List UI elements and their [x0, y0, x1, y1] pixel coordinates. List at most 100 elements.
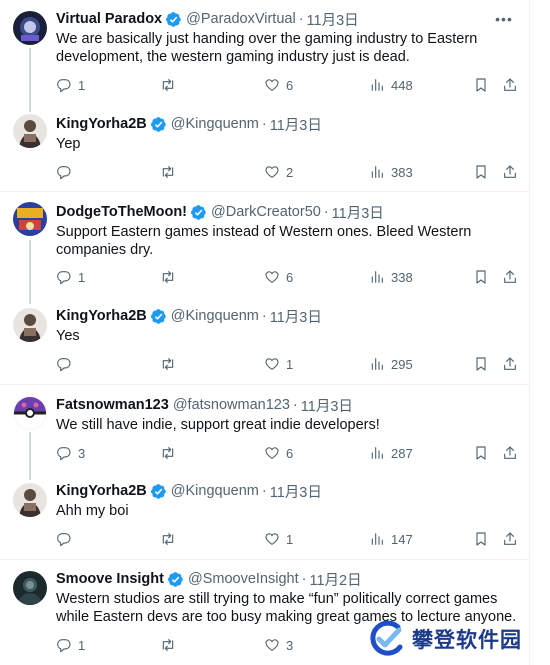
reply-button[interactable]: 1: [56, 267, 98, 287]
display-name[interactable]: Virtual Paradox: [56, 11, 162, 27]
retweet-button[interactable]: [160, 443, 202, 463]
display-name[interactable]: KingYorha2B: [56, 116, 147, 132]
tweet[interactable]: Virtual Paradox @ParadoxVirtual · 11月3日 …: [0, 0, 530, 110]
share-icon: [504, 270, 516, 283]
reply-count: 3: [78, 445, 86, 461]
bookmark-button[interactable]: [473, 267, 489, 287]
display-name[interactable]: KingYorha2B: [56, 308, 147, 324]
tweet[interactable]: DodgeToTheMoon! @DarkCreator50 · 11月3日 S…: [0, 192, 530, 296]
reply-feed: Virtual Paradox @ParadoxVirtual · 11月3日 …: [0, 0, 530, 665]
reply-icon: [57, 166, 71, 180]
timestamp[interactable]: 11月3日: [270, 306, 322, 327]
avatar[interactable]: [13, 114, 47, 148]
share-button[interactable]: [502, 75, 518, 95]
reply-button[interactable]: 1: [56, 635, 98, 655]
retweet-icon: [162, 358, 174, 370]
verified-badge-icon: [166, 11, 181, 27]
bookmark-button[interactable]: [473, 75, 489, 95]
tweet[interactable]: KingYorha2B @Kingquenm · 11月3日 Ahh my bo…: [0, 473, 530, 559]
tweet[interactable]: Fatsnowman123 @fatsnowman123 · 11月3日 We …: [0, 385, 530, 473]
tweet[interactable]: KingYorha2B @Kingquenm · 11月3日 Yep 2 383: [0, 110, 530, 191]
like-count: 1: [286, 356, 294, 372]
share-button[interactable]: [502, 267, 518, 287]
tweet-actions: 1 295: [56, 354, 520, 374]
handle[interactable]: @Kingquenm: [171, 483, 259, 499]
reply-button[interactable]: [56, 529, 98, 549]
retweet-icon: [162, 639, 174, 651]
verified-badge-icon: [150, 308, 166, 324]
bookmark-button[interactable]: [473, 529, 489, 549]
share-button[interactable]: [502, 162, 518, 182]
tweet-actions: 1 6 338: [56, 267, 520, 287]
handle[interactable]: @Kingquenm: [171, 308, 259, 324]
like-button[interactable]: 3: [264, 635, 306, 655]
share-button[interactable]: [502, 354, 518, 374]
retweet-button[interactable]: [160, 162, 202, 182]
like-button[interactable]: 2: [264, 162, 306, 182]
handle[interactable]: @Kingquenm: [171, 116, 259, 132]
display-name[interactable]: Fatsnowman123: [56, 397, 169, 413]
avatar[interactable]: [13, 483, 47, 517]
reply-button[interactable]: 3: [56, 443, 98, 463]
avatar[interactable]: [13, 202, 47, 236]
timestamp[interactable]: 11月3日: [332, 202, 384, 223]
avatar[interactable]: [13, 571, 47, 605]
views-button[interactable]: 383: [369, 162, 413, 182]
views-icon: [371, 166, 383, 178]
more-icon[interactable]: •••: [492, 12, 516, 32]
like-button[interactable]: 6: [264, 267, 306, 287]
handle[interactable]: @fatsnowman123: [173, 397, 290, 413]
like-button[interactable]: 1: [264, 529, 306, 549]
views-button[interactable]: 147: [369, 529, 413, 549]
share-button[interactable]: [502, 529, 518, 549]
tweet-text: Yes: [56, 328, 80, 344]
bookmark-button[interactable]: [473, 162, 489, 182]
retweet-button[interactable]: [160, 75, 202, 95]
verified-badge-icon: [150, 483, 166, 499]
like-count: 6: [286, 77, 294, 93]
tweet[interactable]: KingYorha2B @Kingquenm · 11月3日 Yes 1 295: [0, 296, 530, 384]
display-name[interactable]: Smoove Insight: [56, 571, 164, 587]
reply-button[interactable]: [56, 354, 98, 374]
view-count: 147: [391, 531, 413, 547]
views-button[interactable]: 287: [369, 443, 413, 463]
reply-button[interactable]: [56, 162, 98, 182]
view-count: 383: [391, 164, 413, 180]
view-count: 448: [391, 77, 413, 93]
like-button[interactable]: 6: [264, 443, 306, 463]
timestamp[interactable]: 11月3日: [307, 9, 359, 30]
tweet-actions: 3 6 287: [56, 443, 520, 463]
reply-count: 1: [78, 269, 86, 285]
retweet-button[interactable]: [160, 267, 202, 287]
avatar[interactable]: [13, 11, 47, 45]
retweet-button[interactable]: [160, 354, 202, 374]
bookmark-button[interactable]: [473, 443, 489, 463]
like-count: 1: [286, 531, 294, 547]
timestamp[interactable]: 11月3日: [301, 395, 353, 416]
views-button[interactable]: 338: [369, 267, 413, 287]
views-button[interactable]: 448: [369, 75, 413, 95]
share-button[interactable]: [502, 443, 518, 463]
retweet-button[interactable]: [160, 529, 202, 549]
retweet-button[interactable]: [160, 635, 202, 655]
like-icon: [265, 533, 279, 545]
like-button[interactable]: 1: [264, 354, 306, 374]
avatar[interactable]: [13, 308, 47, 342]
tweet-actions: 1 6 448: [56, 75, 520, 95]
views-button[interactable]: 295: [369, 354, 413, 374]
timestamp[interactable]: 11月2日: [309, 569, 361, 590]
display-name[interactable]: KingYorha2B: [56, 483, 147, 499]
like-count: 6: [286, 269, 294, 285]
tweet-text: Support Eastern games instead of Western…: [56, 224, 472, 258]
handle[interactable]: @SmooveInsight: [188, 571, 299, 587]
avatar[interactable]: [13, 396, 47, 430]
display-name[interactable]: DodgeToTheMoon!: [56, 204, 187, 220]
timestamp[interactable]: 11月3日: [270, 481, 322, 502]
reply-button[interactable]: 1: [56, 75, 98, 95]
like-button[interactable]: 6: [264, 75, 306, 95]
reply-icon: [57, 639, 71, 653]
handle[interactable]: @DarkCreator50: [211, 204, 321, 220]
bookmark-button[interactable]: [473, 354, 489, 374]
timestamp[interactable]: 11月3日: [270, 114, 322, 135]
handle[interactable]: @ParadoxVirtual: [186, 11, 296, 27]
